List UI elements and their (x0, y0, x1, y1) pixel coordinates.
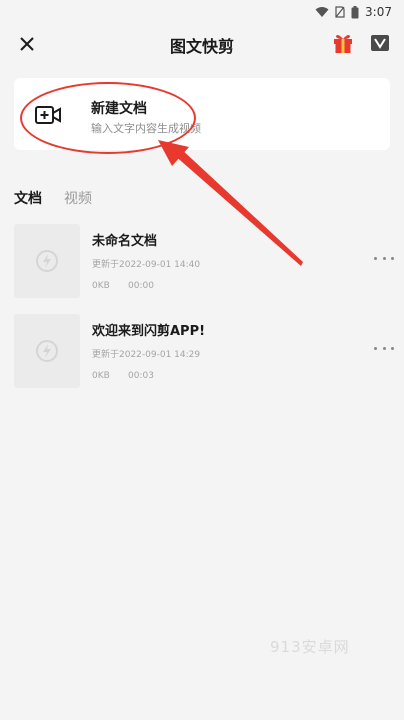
more-dots-icon (374, 346, 377, 350)
document-updated-time: 更新于2022-09-01 14:40 (92, 260, 201, 270)
document-list: 未命名文档 更新于2022-09-01 14:40 0KB 00:00 欢迎来到… (14, 224, 394, 404)
new-document-title: 新建文档 (91, 101, 147, 117)
document-name: 未命名文档 (92, 234, 158, 249)
document-name: 欢迎来到闪剪APP! (92, 324, 206, 339)
status-bar: 3:07 (0, 0, 404, 24)
gift-button[interactable] (333, 32, 353, 54)
no-sim-icon (335, 6, 345, 18)
content-tabs: 文档 视频 (14, 188, 92, 208)
more-dots-icon (374, 256, 377, 260)
vip-button[interactable] (371, 34, 389, 52)
vip-badge-icon (371, 35, 389, 51)
wifi-icon (315, 7, 329, 17)
document-thumbnail (14, 314, 80, 388)
document-size: 0KB (92, 371, 110, 381)
document-updated-time: 更新于2022-09-01 14:29 (92, 350, 201, 360)
title-bar: 图文快剪 (0, 24, 404, 64)
tab-videos[interactable]: 视频 (64, 188, 92, 208)
battery-icon (351, 5, 359, 18)
gift-icon (334, 35, 352, 53)
status-time: 3:07 (365, 5, 392, 19)
placeholder-logo-icon (36, 250, 58, 272)
document-size: 0KB (92, 281, 110, 291)
document-duration: 00:03 (128, 371, 154, 381)
list-item[interactable]: 欢迎来到闪剪APP! 更新于2022-09-01 14:29 0KB 00:03 (14, 314, 394, 388)
more-options-button[interactable] (374, 254, 394, 262)
new-document-subtitle: 输入文字内容生成视频 (91, 122, 201, 135)
watermark: 913安卓网 (270, 638, 350, 656)
new-document-card[interactable]: 新建文档 输入文字内容生成视频 (14, 78, 390, 150)
placeholder-logo-icon (36, 340, 58, 362)
document-duration: 00:00 (128, 281, 154, 291)
more-options-button[interactable] (374, 344, 394, 352)
video-add-icon (35, 106, 61, 124)
tab-documents[interactable]: 文档 (14, 188, 42, 208)
list-item[interactable]: 未命名文档 更新于2022-09-01 14:40 0KB 00:00 (14, 224, 394, 298)
document-thumbnail (14, 224, 80, 298)
